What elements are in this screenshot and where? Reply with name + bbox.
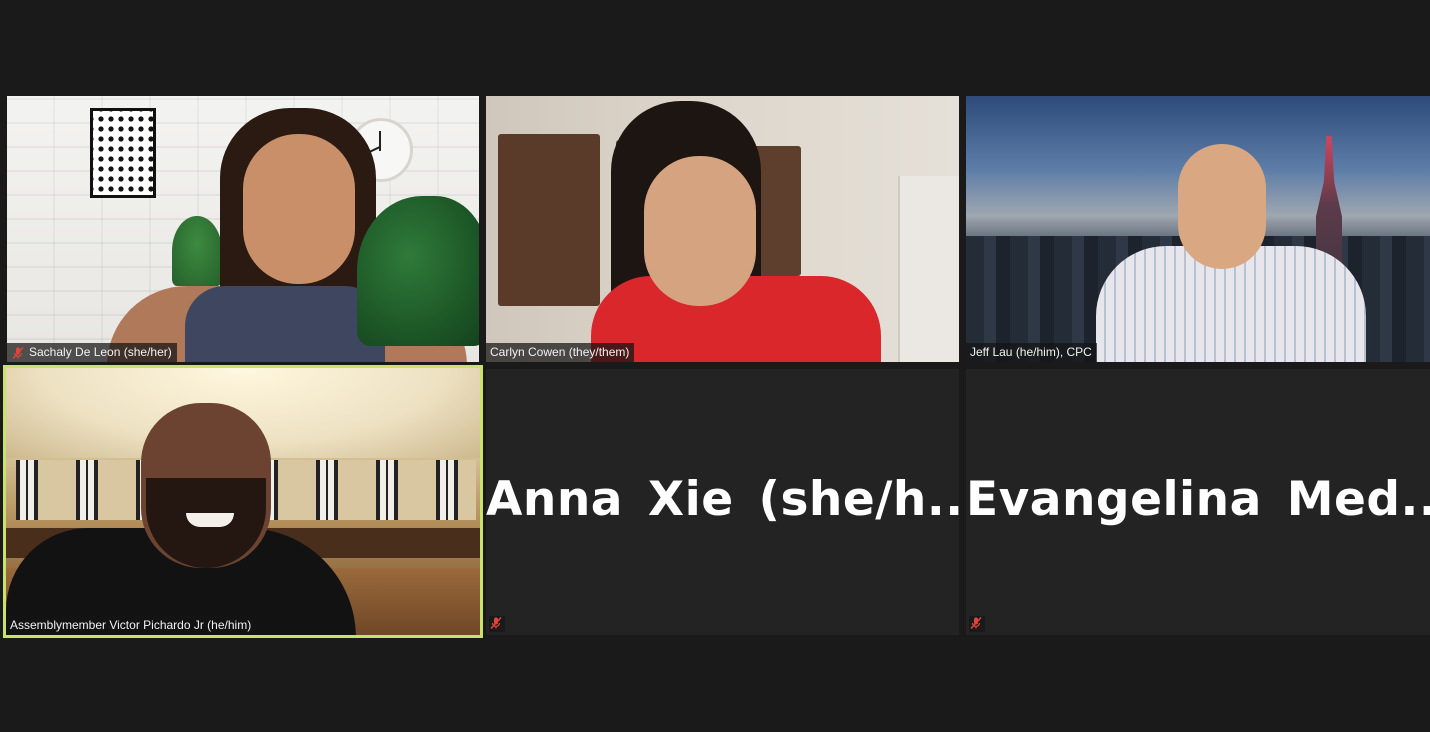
participant-name-label: Carlyn Cowen (they/them) bbox=[486, 343, 635, 362]
participant-name-label: Sachaly De Leon (she/her) bbox=[7, 343, 177, 362]
mic-muted-icon bbox=[969, 616, 985, 632]
wall-art bbox=[90, 108, 156, 198]
participant-name-placeholder: Evangelina Med... bbox=[966, 472, 1430, 527]
participant-name: Assemblymember Victor Pichardo Jr (he/hi… bbox=[10, 618, 252, 632]
participant-name: Sachaly De Leon (she/her) bbox=[29, 345, 172, 359]
plant bbox=[172, 216, 222, 286]
participant-shirt bbox=[185, 286, 385, 362]
plant bbox=[357, 196, 479, 346]
video-tile-carlyn[interactable]: Carlyn Cowen (they/them) bbox=[486, 96, 959, 362]
participant-name: Jeff Lau (he/him), CPC bbox=[970, 345, 1092, 359]
video-tile-sachaly[interactable]: Sachaly De Leon (she/her) bbox=[7, 96, 479, 362]
video-tile-anna[interactable]: Anna Xie (she/h... bbox=[486, 369, 959, 635]
video-gallery: Sachaly De Leon (she/her) Carlyn Cowen (… bbox=[0, 0, 1430, 732]
participant-name-placeholder: Anna Xie (she/h... bbox=[486, 472, 959, 527]
wall-map bbox=[498, 134, 600, 306]
door bbox=[898, 176, 959, 362]
participant-name-label: Assemblymember Victor Pichardo Jr (he/hi… bbox=[6, 616, 257, 635]
participant-face bbox=[1178, 144, 1266, 269]
video-tile-victor-active-speaker[interactable]: Assemblymember Victor Pichardo Jr (he/hi… bbox=[3, 365, 483, 638]
video-tile-jeff[interactable]: Jeff Lau (he/him), CPC bbox=[966, 96, 1430, 362]
participant-name-label: Jeff Lau (he/him), CPC bbox=[966, 343, 1097, 362]
participant-name: Carlyn Cowen (they/them) bbox=[490, 345, 630, 359]
video-tile-evangelina[interactable]: Evangelina Med... bbox=[966, 369, 1430, 635]
mic-muted-icon bbox=[489, 616, 505, 632]
participant-face bbox=[243, 134, 355, 284]
participant-face bbox=[644, 156, 756, 306]
mic-muted-icon bbox=[11, 346, 25, 360]
participant-smile bbox=[186, 513, 234, 527]
